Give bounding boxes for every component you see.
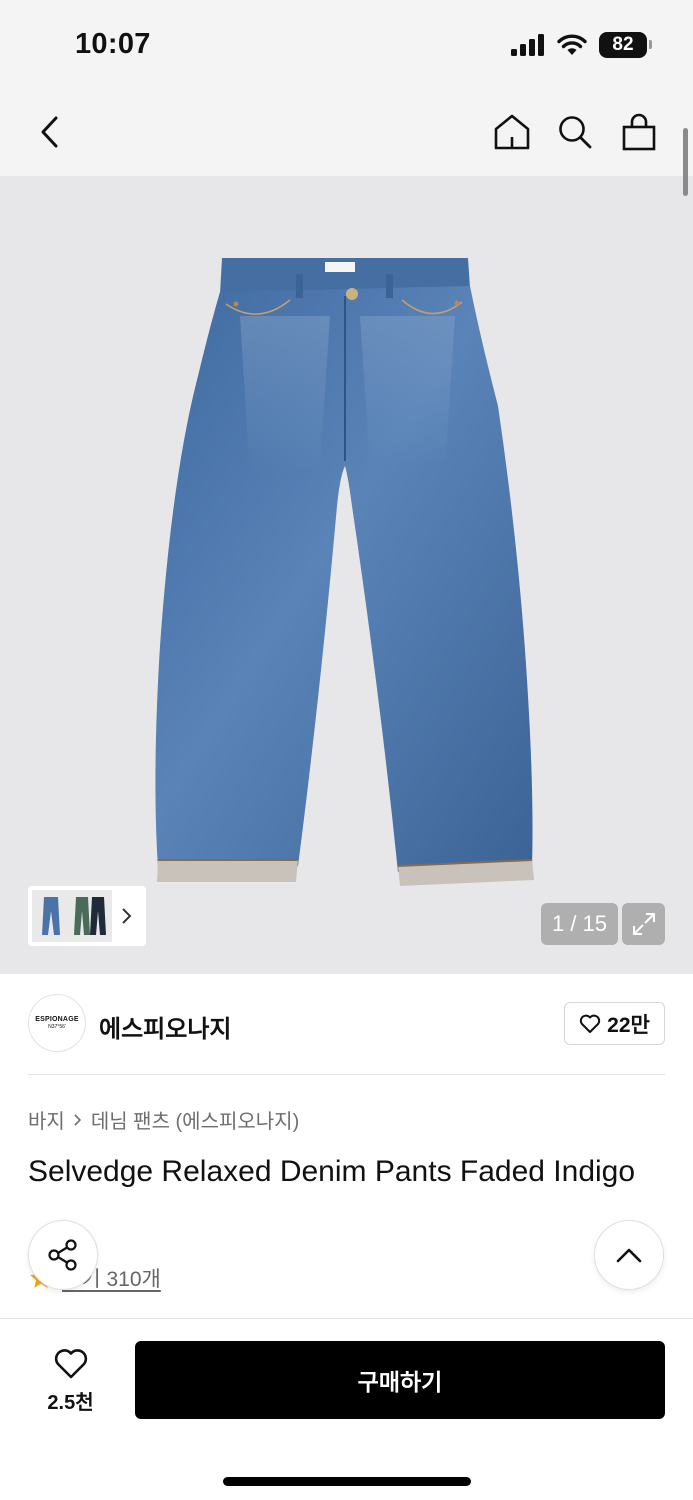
heart-icon [54, 1348, 87, 1378]
breadcrumb-subcategory[interactable]: 데님 팬츠 (에스피오나지) [91, 1105, 299, 1134]
scroll-to-top-button[interactable] [594, 1220, 664, 1290]
chevron-left-icon [41, 116, 58, 148]
chevron-right-icon [74, 1113, 81, 1126]
home-indicator[interactable] [223, 1477, 471, 1486]
denim-pants-image [155, 258, 534, 886]
chevron-right-icon[interactable] [114, 890, 140, 942]
gallery-page-indicator: 1 / 15 [541, 903, 618, 945]
product-image-gallery[interactable]: 1 / 15 [0, 176, 693, 974]
navigation-bar [0, 88, 693, 176]
status-bar: 10:07 82 [0, 0, 693, 88]
search-button[interactable] [551, 108, 599, 156]
breadcrumb: 바지 데님 팬츠 (에스피오나지) [28, 1105, 299, 1134]
brand-like-button[interactable]: 22만 [564, 1002, 665, 1045]
breadcrumb-category[interactable]: 바지 [28, 1105, 65, 1134]
thumbnail-pants-icon [42, 897, 106, 935]
chevron-up-icon [616, 1248, 642, 1263]
cellular-signal-icon [511, 34, 544, 56]
share-icon [48, 1239, 77, 1271]
brand-name[interactable]: 에스피오나지 [99, 1009, 231, 1044]
status-icons: 82 [511, 32, 652, 58]
heart-icon [580, 1014, 601, 1033]
back-button[interactable] [26, 108, 74, 156]
product-title: Selvedge Relaxed Denim Pants Faded Indig… [28, 1155, 636, 1188]
shopping-bag-button[interactable] [615, 108, 663, 156]
battery-level: 82 [612, 34, 634, 55]
bottom-action-bar: 2.5천 구매하기 [0, 1318, 693, 1500]
thumbnail-strip[interactable] [28, 886, 146, 946]
divider [28, 1074, 665, 1075]
buy-button[interactable]: 구매하기 [135, 1341, 665, 1419]
expand-button[interactable] [622, 903, 665, 945]
thumbnail-image[interactable] [32, 890, 112, 942]
home-button[interactable] [488, 108, 536, 156]
brand-logo-text: ESPIONAGE [35, 1016, 79, 1023]
brand-logo[interactable]: ESPIONAGE N37°56' [28, 994, 86, 1052]
home-icon [494, 114, 530, 150]
wifi-icon [557, 34, 587, 55]
brand-logo-subtext: N37°56' [48, 1024, 66, 1030]
share-button[interactable] [28, 1220, 98, 1290]
wishlist-button[interactable]: 2.5천 [28, 1343, 113, 1419]
scroll-indicator[interactable] [683, 128, 688, 196]
shopping-bag-icon [622, 113, 656, 151]
brand-row: ESPIONAGE N37°56' 에스피오나지 22만 [28, 994, 665, 1054]
brand-like-count: 22만 [607, 1013, 650, 1037]
battery-indicator: 82 [599, 32, 652, 58]
search-icon [559, 116, 592, 149]
clock: 10:07 [75, 28, 151, 60]
wishlist-count: 2.5천 [47, 1391, 94, 1414]
expand-icon [632, 913, 655, 935]
